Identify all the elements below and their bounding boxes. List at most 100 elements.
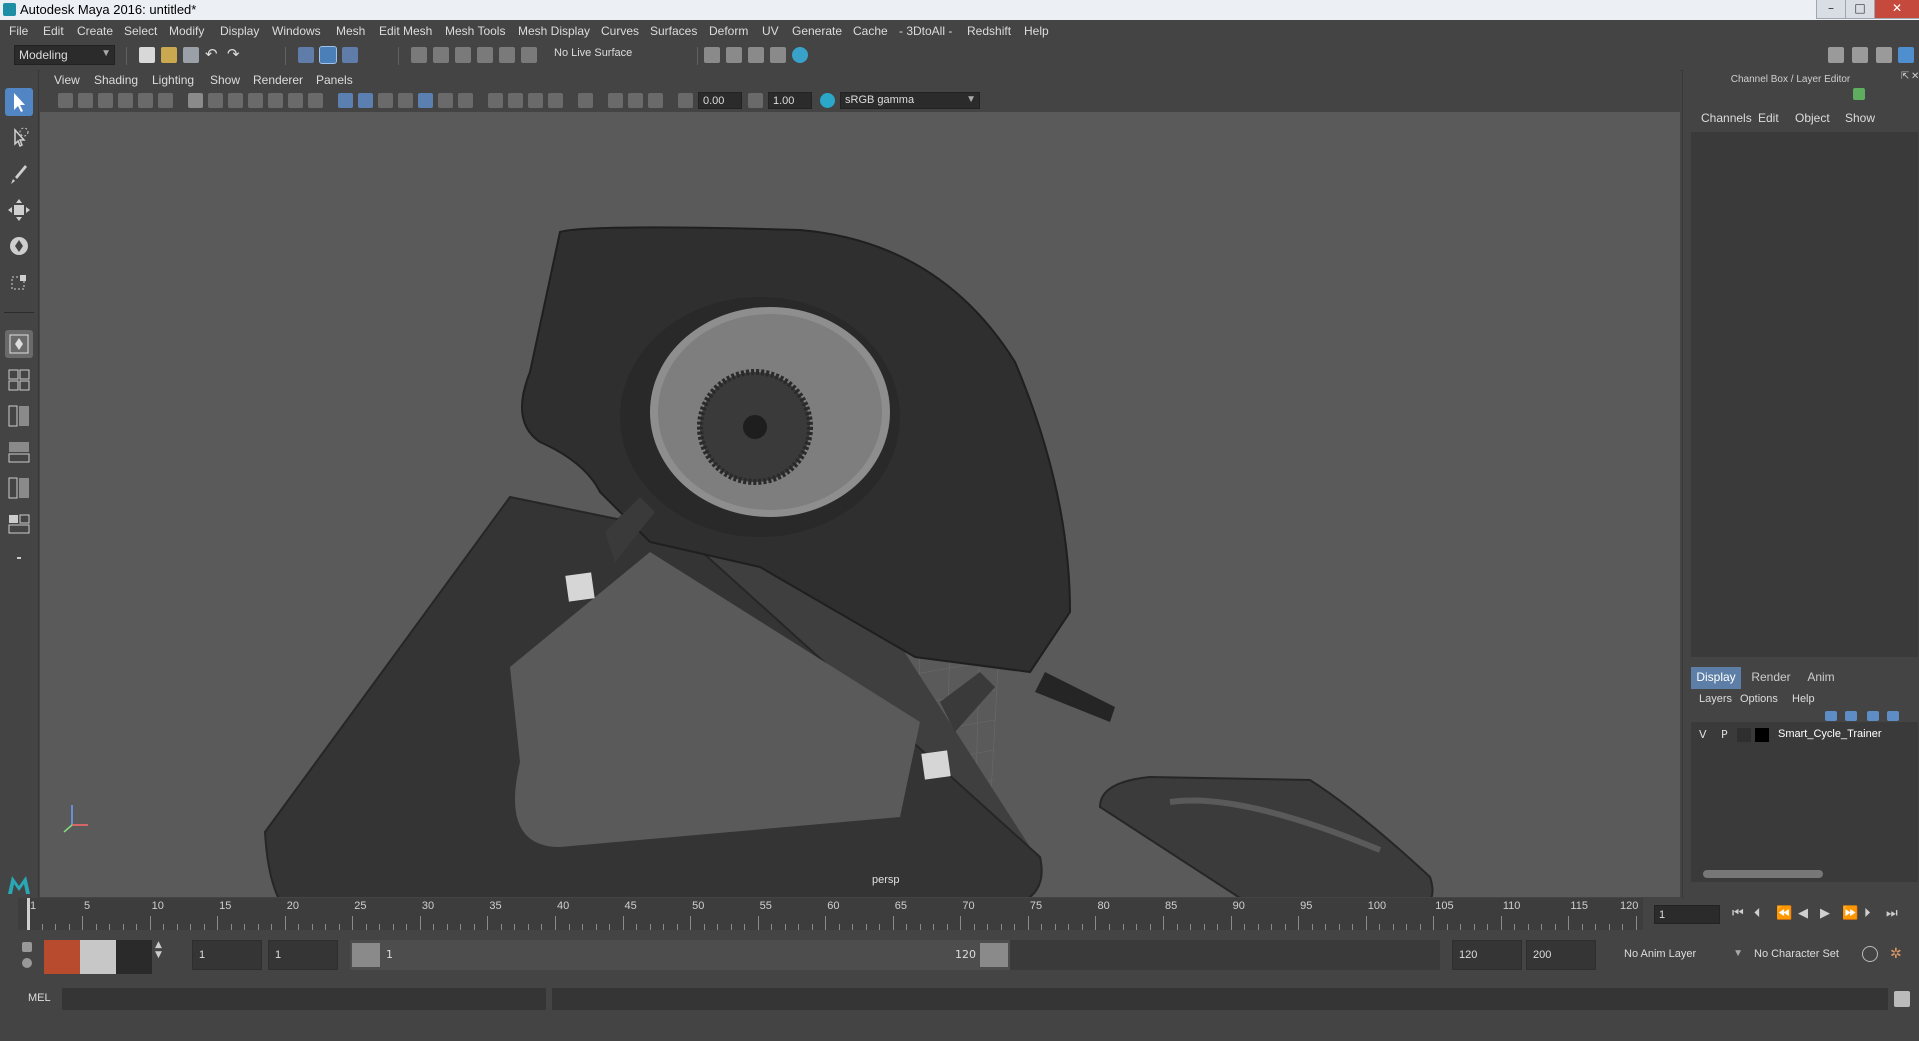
xray-active-icon[interactable]: [628, 93, 643, 108]
use-all-lights-icon[interactable]: [438, 93, 453, 108]
animation-start-field[interactable]: 1: [192, 940, 262, 970]
wireframe-on-shaded-icon[interactable]: [398, 93, 413, 108]
snap-grid-icon[interactable]: [411, 47, 427, 63]
layer-type-toggle[interactable]: [1737, 728, 1751, 742]
menu-redshift[interactable]: Redshift: [967, 24, 1011, 38]
xray-joints-icon[interactable]: [648, 93, 663, 108]
edit-menu[interactable]: Edit: [1758, 111, 1779, 125]
layers-menu[interactable]: Layers: [1699, 693, 1732, 705]
scrollbar-thumb[interactable]: [1703, 870, 1823, 878]
menu-edit-mesh[interactable]: Edit Mesh: [379, 24, 432, 38]
snap-point-icon[interactable]: [455, 47, 471, 63]
new-layer-from-selection-icon[interactable]: [1887, 711, 1899, 721]
menu-create[interactable]: Create: [77, 24, 113, 38]
maximize-button[interactable]: □: [1845, 0, 1875, 19]
range-slider-handle-bar[interactable]: 1 120: [350, 940, 1010, 970]
live-surface-field[interactable]: No Live Surface: [550, 46, 650, 65]
open-scene-icon[interactable]: [161, 47, 177, 63]
panel-menu-view[interactable]: View: [54, 73, 80, 87]
safe-title-icon[interactable]: [308, 93, 323, 108]
channel-box-toggle-icon[interactable]: [1853, 88, 1865, 100]
menu-deform[interactable]: Deform: [709, 24, 748, 38]
grid-icon[interactable]: [188, 93, 203, 108]
menu-generate[interactable]: Generate: [792, 24, 842, 38]
channel-box-toggle-icon[interactable]: [1898, 47, 1914, 63]
current-time-indicator[interactable]: [27, 898, 30, 930]
material-sphere-icon[interactable]: [80, 940, 116, 974]
screen-space-ao-icon[interactable]: [488, 93, 503, 108]
shelf-settings-icon[interactable]: [22, 958, 32, 968]
mode-selector[interactable]: Modeling ▼: [14, 45, 115, 65]
select-hierarchy-icon[interactable]: [298, 47, 314, 63]
gamma-icon[interactable]: [748, 93, 763, 108]
dark-sphere-icon[interactable]: [116, 940, 152, 974]
camera-attributes-icon[interactable]: [78, 93, 93, 108]
textured-icon[interactable]: [418, 93, 433, 108]
menu-select[interactable]: Select: [124, 24, 157, 38]
panel-menu-lighting[interactable]: Lighting: [152, 73, 194, 87]
snap-live-icon[interactable]: [521, 47, 537, 63]
menu-modify[interactable]: Modify: [169, 24, 204, 38]
undo-icon[interactable]: ↶: [205, 47, 221, 63]
auto-key-icon[interactable]: [1862, 946, 1878, 962]
paint-select-tool-icon[interactable]: [5, 160, 33, 188]
scale-tool-icon[interactable]: [5, 268, 33, 296]
menu-mesh-display[interactable]: Mesh Display: [518, 24, 590, 38]
redo-icon[interactable]: ↷: [227, 47, 243, 63]
menu-windows[interactable]: Windows: [272, 24, 321, 38]
panel-menu-panels[interactable]: Panels: [316, 73, 353, 87]
playback-start-field[interactable]: 1: [268, 940, 338, 970]
attribute-editor-icon[interactable]: [1852, 47, 1868, 63]
move-layer-up-icon[interactable]: [1825, 711, 1837, 721]
panel-menu-renderer[interactable]: Renderer: [253, 73, 303, 87]
menu-3dtoall[interactable]: - 3DtoAll -: [899, 24, 952, 38]
single-perspective-view-icon[interactable]: [5, 330, 33, 358]
hypershade-icon[interactable]: [770, 47, 786, 63]
close-button[interactable]: ✕: [1874, 0, 1919, 19]
menu-cache[interactable]: Cache: [853, 24, 888, 38]
command-input[interactable]: [62, 988, 546, 1010]
collapse-toolbox-icon[interactable]: [5, 544, 33, 572]
perspective-viewport[interactable]: persp: [40, 112, 1680, 897]
multisample-aa-icon[interactable]: [528, 93, 543, 108]
xray-icon[interactable]: [608, 93, 623, 108]
film-gate-icon[interactable]: [208, 93, 223, 108]
range-slider-track[interactable]: 1 120: [350, 940, 1440, 970]
resolution-gate-icon[interactable]: [228, 93, 243, 108]
layer-playback-toggle[interactable]: P: [1721, 728, 1728, 741]
tool-settings-icon[interactable]: [1876, 47, 1892, 63]
new-scene-icon[interactable]: [139, 47, 155, 63]
layer-name[interactable]: Smart_Cycle_Trainer: [1778, 728, 1882, 740]
current-frame-field[interactable]: 1: [1654, 905, 1720, 924]
range-end-grip[interactable]: [980, 943, 1008, 967]
menu-mesh-tools[interactable]: Mesh Tools: [445, 24, 505, 38]
persp-graph-layout-icon[interactable]: [5, 438, 33, 466]
tab-display[interactable]: Display: [1691, 667, 1741, 689]
modeling-toolkit-icon[interactable]: [1828, 47, 1844, 63]
animation-preferences-icon[interactable]: ✲: [1890, 946, 1906, 962]
minimize-button[interactable]: –: [1816, 0, 1846, 19]
close-panel-icon[interactable]: ✕: [1911, 72, 1919, 82]
channel-box-area[interactable]: [1691, 132, 1918, 657]
go-to-start-icon[interactable]: ⏮: [1732, 906, 1744, 921]
depth-of-field-icon[interactable]: [548, 93, 563, 108]
float-panel-icon[interactable]: ⇱: [1901, 72, 1911, 82]
select-component-icon[interactable]: [342, 47, 358, 63]
command-language-label[interactable]: MEL: [28, 992, 51, 1004]
select-camera-icon[interactable]: [58, 93, 73, 108]
layer-horizontal-scrollbar[interactable]: [1691, 868, 1918, 880]
tab-anim[interactable]: Anim: [1799, 667, 1843, 689]
menu-edit[interactable]: Edit: [43, 24, 64, 38]
channels-menu[interactable]: Channels: [1701, 111, 1752, 125]
exposure-icon[interactable]: [678, 93, 693, 108]
smooth-shade-icon[interactable]: [358, 93, 373, 108]
menu-display[interactable]: Display: [220, 24, 259, 38]
bookmarks-icon[interactable]: [98, 93, 113, 108]
character-set-dropdown[interactable]: No Character Set: [1750, 940, 1862, 970]
select-tool-icon[interactable]: [5, 88, 33, 116]
field-chart-icon[interactable]: [268, 93, 283, 108]
snap-plane-icon[interactable]: [477, 47, 493, 63]
step-back-frame-icon[interactable]: ⏴: [1754, 906, 1761, 921]
color-management-icon[interactable]: [820, 93, 835, 108]
shelf-scroll-icon[interactable]: ▲ ▼: [155, 940, 167, 974]
